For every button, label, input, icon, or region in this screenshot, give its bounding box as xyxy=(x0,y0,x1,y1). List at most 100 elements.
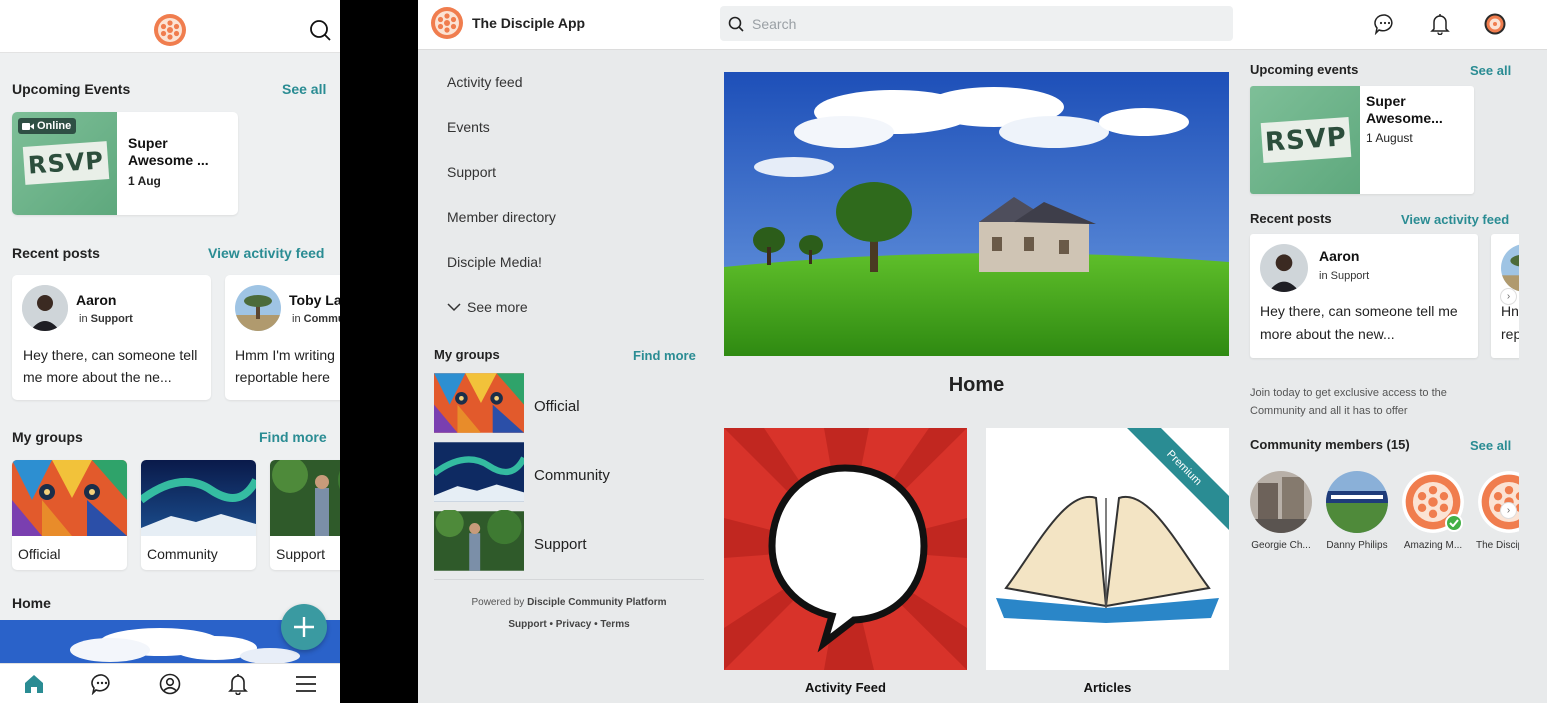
nav-activity-feed[interactable]: Activity feed xyxy=(447,74,522,90)
footer-links[interactable]: Support • Privacy • Terms xyxy=(434,619,704,630)
group-card-official[interactable]: Official xyxy=(12,460,127,570)
home-section-title: Home xyxy=(12,595,51,611)
recent-posts-title: Recent posts xyxy=(1250,211,1332,226)
group-thumbnail xyxy=(434,372,524,434)
post-card[interactable]: Aaron in Support Hey there, can someone … xyxy=(12,275,211,400)
member-avatar[interactable] xyxy=(1326,471,1388,533)
group-row-community[interactable]: Community xyxy=(434,441,704,503)
view-activity-feed-link[interactable]: View activity feed xyxy=(208,245,324,261)
bottom-tab-bar xyxy=(0,663,340,703)
powered-by-name[interactable]: Disciple Community Platform xyxy=(527,597,666,608)
join-text: Join today to get exclusive access to th… xyxy=(1250,387,1447,417)
check-icon xyxy=(1449,519,1459,527)
articles-tile[interactable]: Premium xyxy=(986,428,1229,670)
messages-icon[interactable] xyxy=(1374,13,1396,35)
see-all-events-link[interactable]: See all xyxy=(1470,63,1511,78)
post-text: Hmm I'm writing reportable here xyxy=(235,347,335,385)
group-thumbnail xyxy=(434,510,524,572)
event-image: RSVP xyxy=(1250,86,1360,194)
nav-events[interactable]: Events xyxy=(447,119,490,135)
member-avatar[interactable] xyxy=(1250,471,1312,533)
chat-tab-icon[interactable] xyxy=(91,673,113,695)
member-name[interactable]: Amazing M... xyxy=(1396,540,1470,551)
chevron-right-icon: › xyxy=(1506,291,1511,302)
group-label: Support xyxy=(276,546,326,562)
search-input[interactable] xyxy=(752,6,1222,41)
member-name[interactable]: Danny Philips xyxy=(1320,540,1394,551)
menu-tab-icon[interactable] xyxy=(295,673,317,695)
post-group-line[interactable]: in Support xyxy=(1319,270,1369,282)
post-author[interactable]: Toby La xyxy=(289,292,340,308)
post-text: Hey there, can someone tell me more abou… xyxy=(23,347,198,385)
notifications-tab-icon[interactable] xyxy=(227,673,249,695)
group-thumbnail xyxy=(434,441,524,503)
avatar[interactable] xyxy=(1260,244,1308,292)
recent-posts-title: Recent posts xyxy=(12,245,100,261)
online-badge: Online xyxy=(18,118,77,134)
search-icon xyxy=(728,16,744,32)
event-title: Super Awesome... xyxy=(1366,93,1443,126)
view-activity-feed-link[interactable]: View activity feed xyxy=(1401,212,1509,227)
group-card-community[interactable]: Community xyxy=(141,460,256,570)
members-next-button[interactable]: › xyxy=(1500,502,1517,519)
nav-member-directory[interactable]: Member directory xyxy=(447,209,556,225)
avatar[interactable] xyxy=(22,285,68,331)
group-label: Official xyxy=(534,398,580,415)
member-name[interactable]: The Discip xyxy=(1476,540,1520,551)
group-thumbnail xyxy=(270,460,340,536)
avatar[interactable] xyxy=(235,285,281,331)
app-title[interactable]: The Disciple App xyxy=(472,15,585,31)
plus-icon xyxy=(294,617,314,637)
brand-logo-icon[interactable] xyxy=(430,6,464,40)
post-author[interactable]: Aaron xyxy=(76,292,116,308)
group-thumbnail xyxy=(12,460,127,536)
see-all-members-link[interactable]: See all xyxy=(1470,438,1511,453)
group-row-official[interactable]: Official xyxy=(434,372,704,434)
powered-by-prefix: Powered by xyxy=(471,597,525,608)
my-groups-title: My groups xyxy=(12,429,83,445)
upcoming-events-title: Upcoming events xyxy=(1250,62,1359,77)
nav-disciple-media[interactable]: Disciple Media! xyxy=(447,254,542,270)
brand-logo-icon[interactable] xyxy=(153,13,187,47)
post-group-line: in Support xyxy=(79,313,133,325)
see-all-events-link[interactable]: See all xyxy=(282,81,326,97)
home-tab-icon[interactable] xyxy=(23,673,45,695)
find-more-groups-link[interactable]: Find more xyxy=(633,348,696,363)
profile-tab-icon[interactable] xyxy=(159,673,181,695)
event-card[interactable]: RSVP Super Awesome... 1 August xyxy=(1250,86,1474,194)
post-group-name[interactable]: Support xyxy=(91,313,133,325)
verified-badge xyxy=(1445,514,1463,532)
activity-feed-tile[interactable] xyxy=(724,428,967,670)
chevron-right-icon: › xyxy=(1506,505,1511,516)
group-label: Community xyxy=(534,467,610,484)
posts-next-button[interactable]: › xyxy=(1500,288,1517,305)
post-in-label: in xyxy=(292,313,301,325)
see-more-toggle[interactable]: See more xyxy=(447,299,528,315)
event-image: RSVP Online xyxy=(12,112,117,215)
search-bar[interactable] xyxy=(720,6,1233,41)
add-post-button[interactable] xyxy=(281,604,327,650)
powered-by-text: Powered by Disciple Community Platform xyxy=(434,597,704,608)
notifications-icon[interactable] xyxy=(1429,13,1451,35)
event-card[interactable]: RSVP Online Super Awesome ... 1 Aug xyxy=(12,112,238,215)
video-camera-icon xyxy=(22,122,34,130)
profile-avatar-icon[interactable] xyxy=(1484,13,1506,35)
group-row-support[interactable]: Support xyxy=(434,510,704,572)
community-members-title: Community members (15) xyxy=(1250,437,1410,452)
post-author[interactable]: Aaron xyxy=(1319,248,1359,264)
upcoming-events-title: Upcoming Events xyxy=(12,81,131,97)
articles-tile-label[interactable]: Articles xyxy=(986,680,1229,695)
post-card[interactable]: Aaron in Support Hey there, can someone … xyxy=(1250,234,1478,358)
event-date: 1 Aug xyxy=(128,174,161,188)
activity-feed-tile-label[interactable]: Activity Feed xyxy=(724,680,967,695)
home-hero-image xyxy=(724,72,1229,356)
group-card-support[interactable]: Support xyxy=(270,460,340,570)
post-in-label: in xyxy=(79,313,88,325)
search-icon[interactable] xyxy=(309,19,331,41)
nav-support[interactable]: Support xyxy=(447,164,496,180)
post-card[interactable]: Toby La in Commu Hmm I'm writing reporta… xyxy=(225,275,340,400)
find-more-groups-link[interactable]: Find more xyxy=(259,429,327,445)
member-name[interactable]: Georgie Ch... xyxy=(1244,540,1318,551)
post-group-line: in Commu xyxy=(292,313,340,325)
post-group-name[interactable]: Commu xyxy=(304,313,340,325)
